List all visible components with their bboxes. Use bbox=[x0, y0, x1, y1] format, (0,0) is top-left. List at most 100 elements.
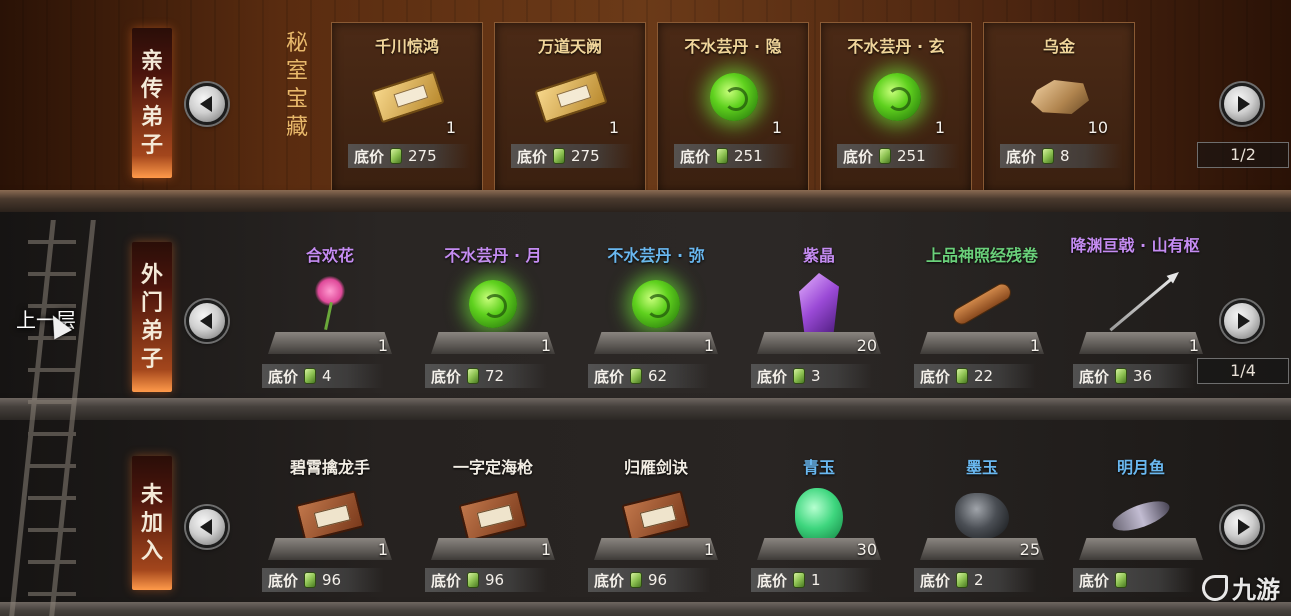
price-label: 底价 bbox=[1079, 571, 1110, 590]
item-name: 墨玉 bbox=[965, 458, 998, 477]
item-slot[interactable]: 降渊亘戟 · 山有枢 1 底价 36 bbox=[1065, 212, 1217, 388]
category-banner-inner-disciples[interactable]: 亲 传 弟 子 bbox=[132, 28, 172, 178]
item-name: 万道天阙 bbox=[537, 37, 602, 56]
base-price: 底价 275 bbox=[511, 144, 633, 168]
category-banner-unjoined[interactable]: 未 加 入 bbox=[132, 456, 172, 590]
item-slot[interactable]: 乌金 10 底价 8 bbox=[983, 22, 1135, 194]
item-name: 不水芸丹 · 弥 bbox=[607, 246, 705, 265]
coin-icon bbox=[304, 572, 317, 588]
display-pedestal bbox=[268, 332, 392, 354]
shelf-row-unjoined: 未 加 入 碧霄擒龙手 1 底价 96 一字定海枪 1 底价 96 归雁剑诀 1 底… bbox=[0, 420, 1291, 616]
item-slot[interactable]: 上品神照经残卷 1 底价 22 bbox=[906, 212, 1058, 388]
price-label: 底价 bbox=[757, 571, 788, 590]
watermark-logo-icon bbox=[1202, 574, 1228, 601]
item-slot[interactable]: 归雁剑诀 1 底价 96 bbox=[580, 420, 732, 592]
item-quantity: 25 bbox=[1019, 540, 1040, 559]
coin-icon bbox=[467, 368, 480, 384]
base-price: 底价 bbox=[1073, 568, 1195, 592]
coin-icon bbox=[630, 572, 643, 588]
price-label: 底价 bbox=[594, 571, 625, 590]
item-slot[interactable]: 万道天阙 1 底价 275 bbox=[494, 22, 646, 194]
item-slot[interactable]: 千川惊鸿 1 底价 275 bbox=[331, 22, 483, 194]
item-slot[interactable]: 不水芸丹 · 隐 1 底价 251 bbox=[657, 22, 809, 194]
display-pedestal bbox=[1079, 332, 1203, 354]
green-orb-icon bbox=[616, 274, 696, 334]
banner-char: 弟 bbox=[140, 318, 163, 344]
item-name: 降渊亘戟 · 山有枢 bbox=[1070, 236, 1200, 255]
base-price: 底价 251 bbox=[674, 144, 796, 168]
price-value: 275 bbox=[408, 147, 437, 165]
next-page-button[interactable] bbox=[1221, 300, 1263, 342]
price-label: 底价 bbox=[268, 571, 299, 590]
vault-title-char: 藏 bbox=[285, 115, 308, 140]
base-price: 底价 275 bbox=[348, 144, 470, 168]
display-pedestal bbox=[268, 538, 392, 560]
item-name: 紫晶 bbox=[802, 246, 835, 265]
banner-char: 亲 bbox=[140, 48, 163, 74]
next-page-button[interactable] bbox=[1221, 83, 1263, 125]
item-slot[interactable]: 合欢花 1 底价 4 bbox=[254, 212, 406, 388]
price-value: 4 bbox=[322, 367, 332, 385]
display-pedestal bbox=[431, 332, 555, 354]
prev-page-button[interactable] bbox=[186, 506, 228, 548]
base-price: 底价 1 bbox=[751, 568, 873, 592]
price-label: 底价 bbox=[1079, 367, 1110, 386]
arrow-right-icon bbox=[1237, 313, 1250, 329]
price-value: 1 bbox=[811, 571, 821, 589]
item-name: 一字定海枪 bbox=[452, 458, 533, 477]
arrow-left-icon bbox=[199, 313, 212, 329]
price-value: 36 bbox=[1133, 367, 1153, 385]
item-quantity: 1 bbox=[377, 540, 388, 559]
arrow-right-icon bbox=[1237, 519, 1250, 535]
green-orb-icon bbox=[857, 67, 937, 127]
fish-icon bbox=[1101, 486, 1181, 546]
price-label: 底价 bbox=[680, 147, 711, 166]
banner-char: 外 bbox=[140, 262, 163, 288]
item-quantity: 10 bbox=[1087, 118, 1108, 137]
shelf-board bbox=[0, 398, 1291, 420]
price-label: 底价 bbox=[431, 367, 462, 386]
scroll-gold-icon bbox=[368, 67, 448, 127]
prev-page-button[interactable] bbox=[186, 83, 228, 125]
page-indicator: 1/2 bbox=[1197, 142, 1289, 168]
item-slot[interactable]: 青玉 30 底价 1 bbox=[743, 420, 895, 592]
coin-icon bbox=[467, 572, 480, 588]
item-name: 上品神照经残卷 bbox=[925, 246, 1038, 265]
arrow-right-icon bbox=[1237, 96, 1250, 112]
price-value: 96 bbox=[322, 571, 342, 589]
item-slot[interactable]: 墨玉 25 底价 2 bbox=[906, 420, 1058, 592]
item-quantity: 1 bbox=[445, 118, 456, 137]
item-name: 不水芸丹 · 玄 bbox=[847, 37, 945, 56]
scroll-gold-icon bbox=[531, 67, 611, 127]
next-page-button[interactable] bbox=[1221, 506, 1263, 548]
prev-page-button[interactable] bbox=[186, 300, 228, 342]
price-label: 底价 bbox=[517, 147, 548, 166]
item-slot[interactable]: 不水芸丹 · 月 1 底价 72 bbox=[417, 212, 569, 388]
item-slot[interactable]: 不水芸丹 · 玄 1 底价 251 bbox=[820, 22, 972, 194]
item-slot[interactable]: 不水芸丹 · 弥 1 底价 62 bbox=[580, 212, 732, 388]
price-label: 底价 bbox=[594, 367, 625, 386]
item-quantity: 1 bbox=[703, 336, 714, 355]
item-slot[interactable]: 一字定海枪 1 底价 96 bbox=[417, 420, 569, 592]
price-value: 22 bbox=[974, 367, 994, 385]
item-slot[interactable]: 紫晶 20 底价 3 bbox=[743, 212, 895, 388]
item-quantity: 1 bbox=[608, 118, 619, 137]
price-value: 62 bbox=[648, 367, 668, 385]
base-price: 底价 62 bbox=[588, 364, 710, 388]
banner-char: 弟 bbox=[140, 104, 163, 130]
display-pedestal bbox=[431, 538, 555, 560]
category-banner-outer-disciples[interactable]: 外 门 弟 子 bbox=[132, 242, 172, 392]
price-label: 底价 bbox=[843, 147, 874, 166]
item-name: 归雁剑诀 bbox=[623, 458, 688, 477]
item-slot[interactable]: 明月鱼 底价 bbox=[1065, 420, 1217, 592]
base-price: 底价 4 bbox=[262, 364, 384, 388]
vault-title: 秘 室 宝 藏 bbox=[282, 30, 312, 142]
item-slot[interactable]: 碧霄擒龙手 1 底价 96 bbox=[254, 420, 406, 592]
base-price: 底价 2 bbox=[914, 568, 1036, 592]
coin-icon bbox=[793, 368, 806, 384]
shelf-board bbox=[0, 602, 1291, 616]
base-price: 底价 36 bbox=[1073, 364, 1195, 388]
item-quantity: 1 bbox=[377, 336, 388, 355]
item-name: 青玉 bbox=[802, 458, 835, 477]
coin-icon bbox=[390, 148, 403, 164]
